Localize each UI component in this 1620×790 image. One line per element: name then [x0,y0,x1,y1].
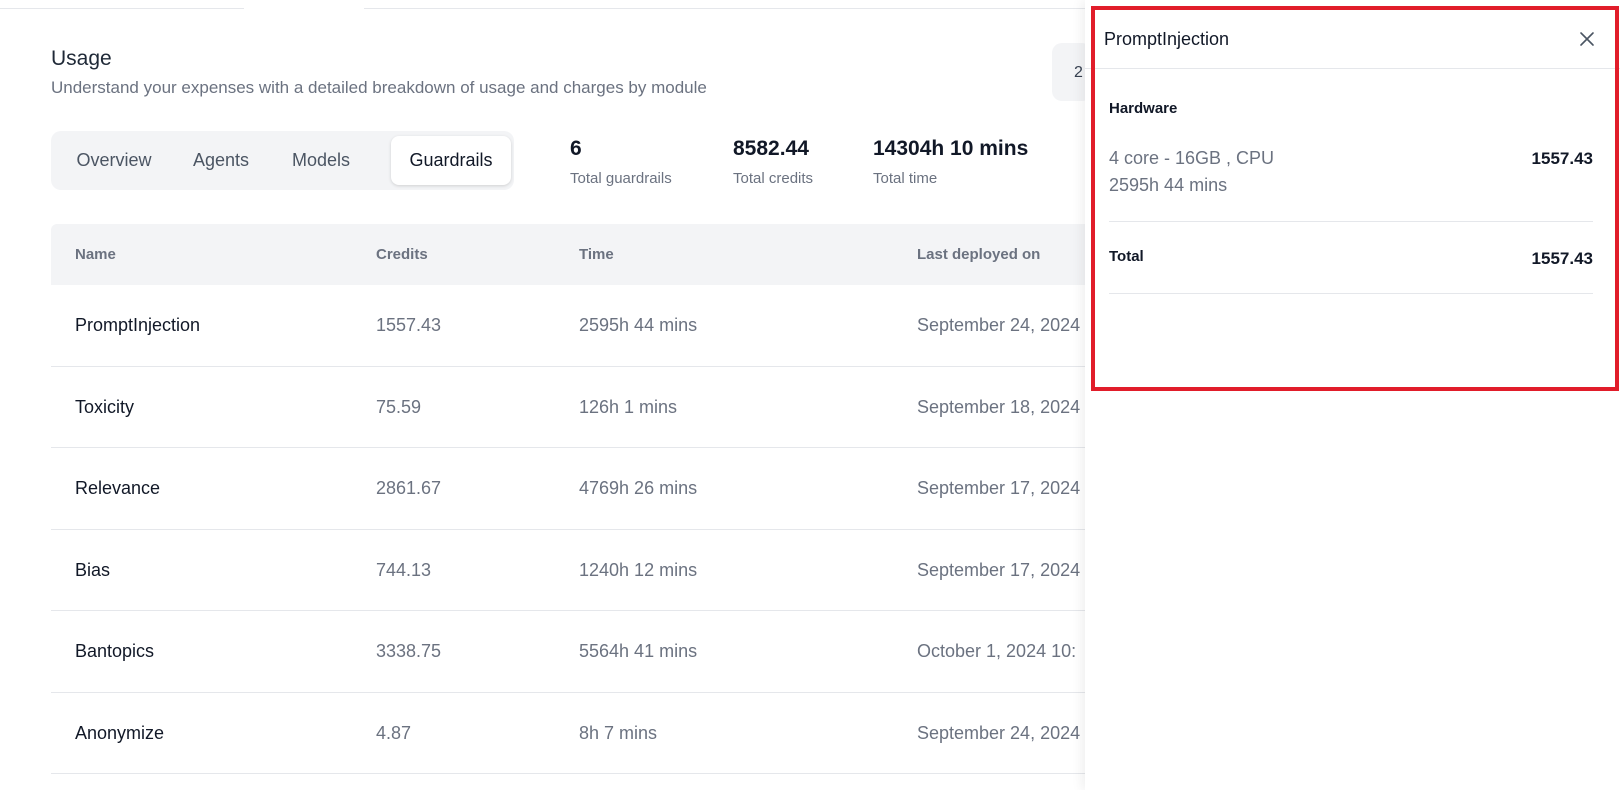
stat-total-time: 14304h 10 mins Total time [873,137,1028,187]
table-row[interactable]: Relevance 2861.67 4769h 26 mins Septembe… [51,448,1085,530]
page-subtitle: Understand your expenses with a detailed… [51,78,707,97]
stat-total-credits: 8582.44 Total credits [733,137,813,187]
row-credits: 3338.75 [376,641,442,661]
row-deployed: September 17, 2024 [917,478,1081,498]
table-row[interactable]: PromptInjection 1557.43 2595h 44 mins Se… [51,285,1085,367]
total-label: Total [1109,248,1144,265]
drawer-title: PromptInjection [1104,29,1230,49]
row-name: PromptInjection [75,315,201,335]
row-credits: 4.87 [376,722,412,743]
hardware-spec: 4 core - 16GB , CPU [1109,148,1275,168]
tab-agents[interactable]: Agents [179,136,263,185]
stat-value: 8582.44 [733,137,809,160]
row-time: 4769h 26 mins [579,478,698,498]
row-deployed: September 17, 2024 [917,559,1081,580]
module-tabs: Overview Agents Models Guardrails [51,131,514,190]
date-range-text: 2 [1074,64,1083,81]
hardware-credits: 1557.43 [1531,149,1593,168]
row-deployed: September 24, 2024 [917,315,1081,335]
main-content: Usage Understand your expenses with a de… [0,0,1092,790]
stat-value: 14304h 10 mins [873,137,1029,160]
page-title: Usage [51,47,112,70]
row-time: 2595h 44 mins [579,315,698,335]
row-deployed: September 18, 2024 [917,396,1081,417]
table-row[interactable]: Anonymize 4.87 8h 7 mins September 24, 2… [51,693,1085,774]
row-credits: 1557.43 [376,315,442,335]
row-deployed: October 1, 2024 10: [917,641,1077,661]
usage-page: Usage Understand your expenses with a de… [0,0,1620,790]
highlight-box [1091,6,1619,391]
row-time: 126h 1 mins [579,396,678,417]
divider [1109,293,1593,294]
tab-models[interactable]: Models [277,136,365,185]
row-name: Bias [75,559,111,580]
column-header-name[interactable]: Name [75,246,116,263]
row-time: 5564h 41 mins [579,641,698,661]
tab-overview[interactable]: Overview [61,136,167,185]
stat-total-guardrails: 6 Total guardrails [570,137,672,187]
stat-label: Total time [873,170,938,187]
row-name: Toxicity [75,396,135,417]
tab-guardrails[interactable]: Guardrails [391,136,511,185]
divider [1109,221,1593,222]
row-name: Relevance [75,478,161,498]
table-row[interactable]: Toxicity 75.59 126h 1 mins September 18,… [51,367,1085,448]
stat-value: 6 [570,137,582,160]
close-icon[interactable] [1575,27,1599,51]
row-time: 1240h 12 mins [579,559,698,580]
stat-label: Total guardrails [570,170,672,187]
guardrail-detail-drawer: PromptInjection Hardware 4 core - 16GB ,… [1085,0,1620,790]
row-name: Anonymize [75,722,165,743]
table-row[interactable]: Bantopics 3338.75 5564h 41 mins October … [51,611,1085,693]
top-tab-gap [244,6,364,10]
column-header-credits[interactable]: Credits [376,246,428,263]
row-time: 8h 7 mins [579,722,658,743]
table-row[interactable]: Bias 744.13 1240h 12 mins September 17, … [51,530,1085,611]
guardrails-table: Name Credits Time Last deployed on Promp… [51,224,1085,774]
hardware-time: 2595h 44 mins [1109,175,1228,195]
row-credits: 744.13 [376,559,432,580]
column-header-last-deployed[interactable]: Last deployed on [917,246,1040,263]
row-credits: 2861.67 [376,478,442,498]
top-border [0,8,1085,9]
stat-label: Total credits [733,170,814,187]
column-header-time[interactable]: Time [579,246,614,263]
total-value: 1557.43 [1531,249,1593,268]
table-header: Name Credits Time Last deployed on [51,224,1085,285]
row-name: Bantopics [75,641,155,661]
hardware-section-title: Hardware [1109,100,1178,117]
row-credits: 75.59 [376,396,422,417]
row-deployed: September 24, 2024 [917,722,1081,743]
drawer-divider [1085,68,1620,69]
